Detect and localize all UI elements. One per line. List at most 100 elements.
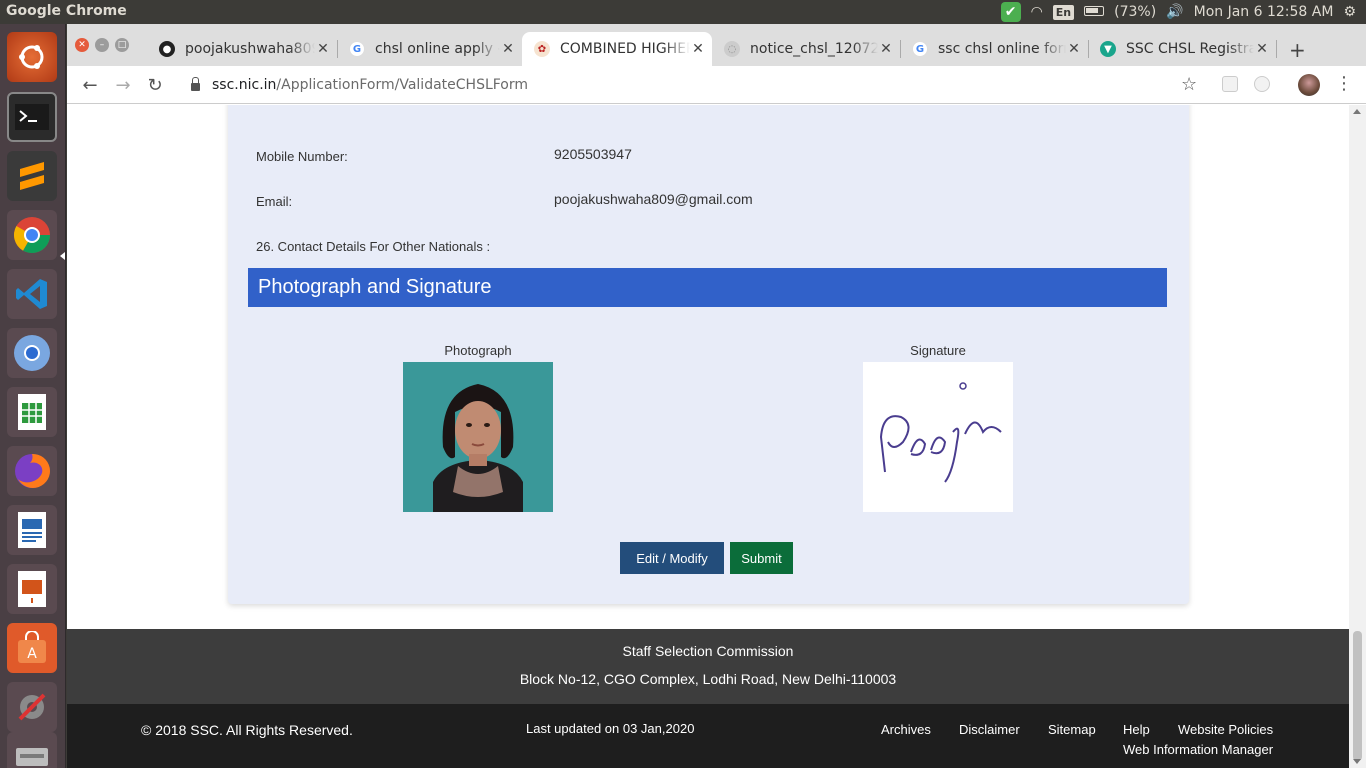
- email-value: poojakushwaha809@gmail.com: [554, 191, 753, 207]
- page-scrollbar[interactable]: [1349, 105, 1366, 768]
- software-center-icon[interactable]: A: [7, 623, 57, 673]
- footer-address-band: Staff Selection Commission Block No-12, …: [67, 629, 1349, 704]
- keyboard-layout-indicator[interactable]: En: [1052, 4, 1075, 20]
- other-nationals-label: 26. Contact Details For Other Nationals …: [256, 239, 491, 254]
- submit-button[interactable]: Submit: [730, 542, 793, 574]
- back-arrow-icon[interactable]: ←: [79, 74, 101, 96]
- battery-icon[interactable]: [1084, 4, 1105, 20]
- profile-avatar[interactable]: [1298, 74, 1320, 96]
- photograph-caption: Photograph: [444, 343, 512, 358]
- scrollbar-thumb[interactable]: [1353, 631, 1362, 761]
- footer-link-sitemap[interactable]: Sitemap: [1048, 722, 1096, 737]
- scroll-up-arrow-icon[interactable]: [1353, 109, 1361, 114]
- footer-copyright: © 2018 SSC. All Rights Reserved.: [141, 722, 353, 738]
- signature-caption: Signature: [910, 343, 966, 358]
- tab-strip: ✕ – □ ● poojakushwaha809 ✕ G chsl online…: [67, 24, 1366, 66]
- tab-close-icon[interactable]: ✕: [1066, 41, 1082, 57]
- system-tray: ✔ ◠ En (73%) 🔊 Mon Jan 6 12:58 AM ⚙: [1000, 0, 1366, 24]
- clock[interactable]: Mon Jan 6 12:58 AM: [1194, 4, 1334, 20]
- unity-launcher: A: [0, 24, 66, 768]
- chrome-window: ✕ – □ ● poojakushwaha809 ✕ G chsl online…: [67, 24, 1366, 768]
- edit-modify-button[interactable]: Edit / Modify: [620, 542, 724, 574]
- applicant-photograph: [403, 362, 553, 512]
- tab-close-icon[interactable]: ✕: [1254, 41, 1270, 57]
- lock-icon[interactable]: [191, 77, 200, 91]
- power-gear-icon[interactable]: ⚙: [1343, 4, 1356, 20]
- sublime-text-icon[interactable]: [7, 151, 57, 201]
- tab-close-icon[interactable]: ✕: [315, 41, 331, 57]
- url-path: /ApplicationForm/ValidateCHSLForm: [276, 77, 529, 93]
- footer-bottom-band: © 2018 SSC. All Rights Reserved. Last up…: [67, 704, 1349, 768]
- reload-icon[interactable]: ↻: [144, 74, 166, 96]
- url-host: ssc.nic.in: [212, 77, 277, 93]
- tab-close-icon[interactable]: ✕: [878, 41, 894, 57]
- firefox-icon[interactable]: [7, 446, 57, 496]
- tab-close-icon[interactable]: ✕: [500, 41, 516, 57]
- chromium-icon[interactable]: [7, 328, 57, 378]
- removable-drive-icon[interactable]: [7, 732, 57, 768]
- window-minimize-button[interactable]: –: [95, 38, 109, 52]
- active-app-arrow: [60, 252, 65, 260]
- tab-ssc-chsl-registration[interactable]: ▼ SSC CHSL Registration ✕: [1088, 32, 1276, 66]
- footer-address: Block No-12, CGO Complex, Lodhi Road, Ne…: [519, 671, 897, 687]
- vscode-icon[interactable]: [7, 269, 57, 319]
- bookmark-star-icon[interactable]: ☆: [1181, 74, 1197, 95]
- libreoffice-writer-icon[interactable]: [7, 505, 57, 555]
- tab-label: COMBINED HIGHER SE: [560, 41, 690, 57]
- libreoffice-calc-icon[interactable]: [7, 387, 57, 437]
- battery-percent[interactable]: (73%): [1114, 4, 1156, 20]
- footer-link-archives[interactable]: Archives: [881, 722, 931, 737]
- footer-org-name: Staff Selection Commission: [622, 643, 794, 659]
- pdf-icon: ◌: [724, 41, 740, 57]
- system-settings-icon[interactable]: [7, 682, 57, 732]
- applicant-signature: [863, 362, 1013, 512]
- section-header-photo-signature: Photograph and Signature: [248, 268, 1167, 307]
- active-app-title: Google Chrome: [6, 3, 127, 19]
- tab-close-icon[interactable]: ✕: [690, 41, 706, 57]
- mobile-number-label: Mobile Number:: [256, 149, 348, 164]
- footer-link-website-policies[interactable]: Website Policies: [1178, 722, 1273, 737]
- tab-label: chsl online apply - Goo: [375, 41, 500, 57]
- site-icon: ▼: [1100, 41, 1116, 57]
- tab-github[interactable]: ● poojakushwaha809 ✕: [147, 32, 337, 66]
- tab-combined-higher-active[interactable]: ✿ COMBINED HIGHER SE ✕: [522, 32, 712, 66]
- tab-label: notice_chsl_12072019.p: [750, 41, 878, 57]
- page-viewport: Mobile Number: 9205503947 Email: poojaku…: [67, 105, 1349, 768]
- ubuntu-dash-icon[interactable]: [7, 32, 57, 82]
- footer-link-web-info-manager[interactable]: Web Information Manager: [1123, 742, 1273, 757]
- google-icon: G: [912, 41, 928, 57]
- svg-text:A: A: [27, 646, 37, 662]
- footer-link-disclaimer[interactable]: Disclaimer: [959, 722, 1020, 737]
- tab-notice-pdf[interactable]: ◌ notice_chsl_12072019.p ✕: [712, 32, 900, 66]
- footer-last-updated: Last updated on 03 Jan,2020: [526, 721, 695, 736]
- volume-icon[interactable]: 🔊: [1166, 4, 1183, 20]
- browser-toolbar: ← → ↻ ssc.nic.in/ApplicationForm/Validat…: [67, 66, 1366, 104]
- extension-icon[interactable]: [1222, 76, 1238, 92]
- forward-arrow-icon[interactable]: →: [112, 74, 134, 96]
- form-card: Mobile Number: 9205503947 Email: poojaku…: [228, 105, 1189, 604]
- footer-link-help[interactable]: Help: [1123, 722, 1150, 737]
- update-check-icon[interactable]: ✔: [1000, 2, 1021, 22]
- tab-ssc-chsl-form-search[interactable]: G ssc chsl online form - G ✕: [900, 32, 1088, 66]
- terminal-icon[interactable]: [7, 92, 57, 142]
- extension-icon[interactable]: [1254, 76, 1270, 92]
- libreoffice-impress-icon[interactable]: [7, 564, 57, 614]
- github-icon: ●: [159, 41, 175, 57]
- chrome-menu-icon[interactable]: ⋮: [1335, 73, 1353, 94]
- wifi-icon[interactable]: ◠: [1031, 4, 1043, 20]
- tab-label: SSC CHSL Registration: [1126, 41, 1254, 57]
- mobile-number-value: 9205503947: [554, 146, 632, 162]
- tab-separator: [1276, 40, 1277, 58]
- system-top-panel: Google Chrome ✔ ◠ En (73%) 🔊 Mon Jan 6 1…: [0, 0, 1366, 24]
- ssc-emblem-icon: ✿: [534, 41, 550, 57]
- window-maximize-button[interactable]: □: [115, 38, 129, 52]
- window-close-button[interactable]: ✕: [75, 38, 89, 52]
- new-tab-button[interactable]: +: [1289, 38, 1306, 62]
- tab-label: poojakushwaha809: [185, 41, 315, 57]
- tab-chsl-search[interactable]: G chsl online apply - Goo ✕: [337, 32, 522, 66]
- google-icon: G: [349, 41, 365, 57]
- scroll-down-arrow-icon[interactable]: [1353, 759, 1361, 764]
- address-bar[interactable]: ssc.nic.in/ApplicationForm/ValidateCHSLF…: [175, 70, 1227, 100]
- email-label: Email:: [256, 194, 293, 209]
- chrome-launcher-icon[interactable]: [7, 210, 57, 260]
